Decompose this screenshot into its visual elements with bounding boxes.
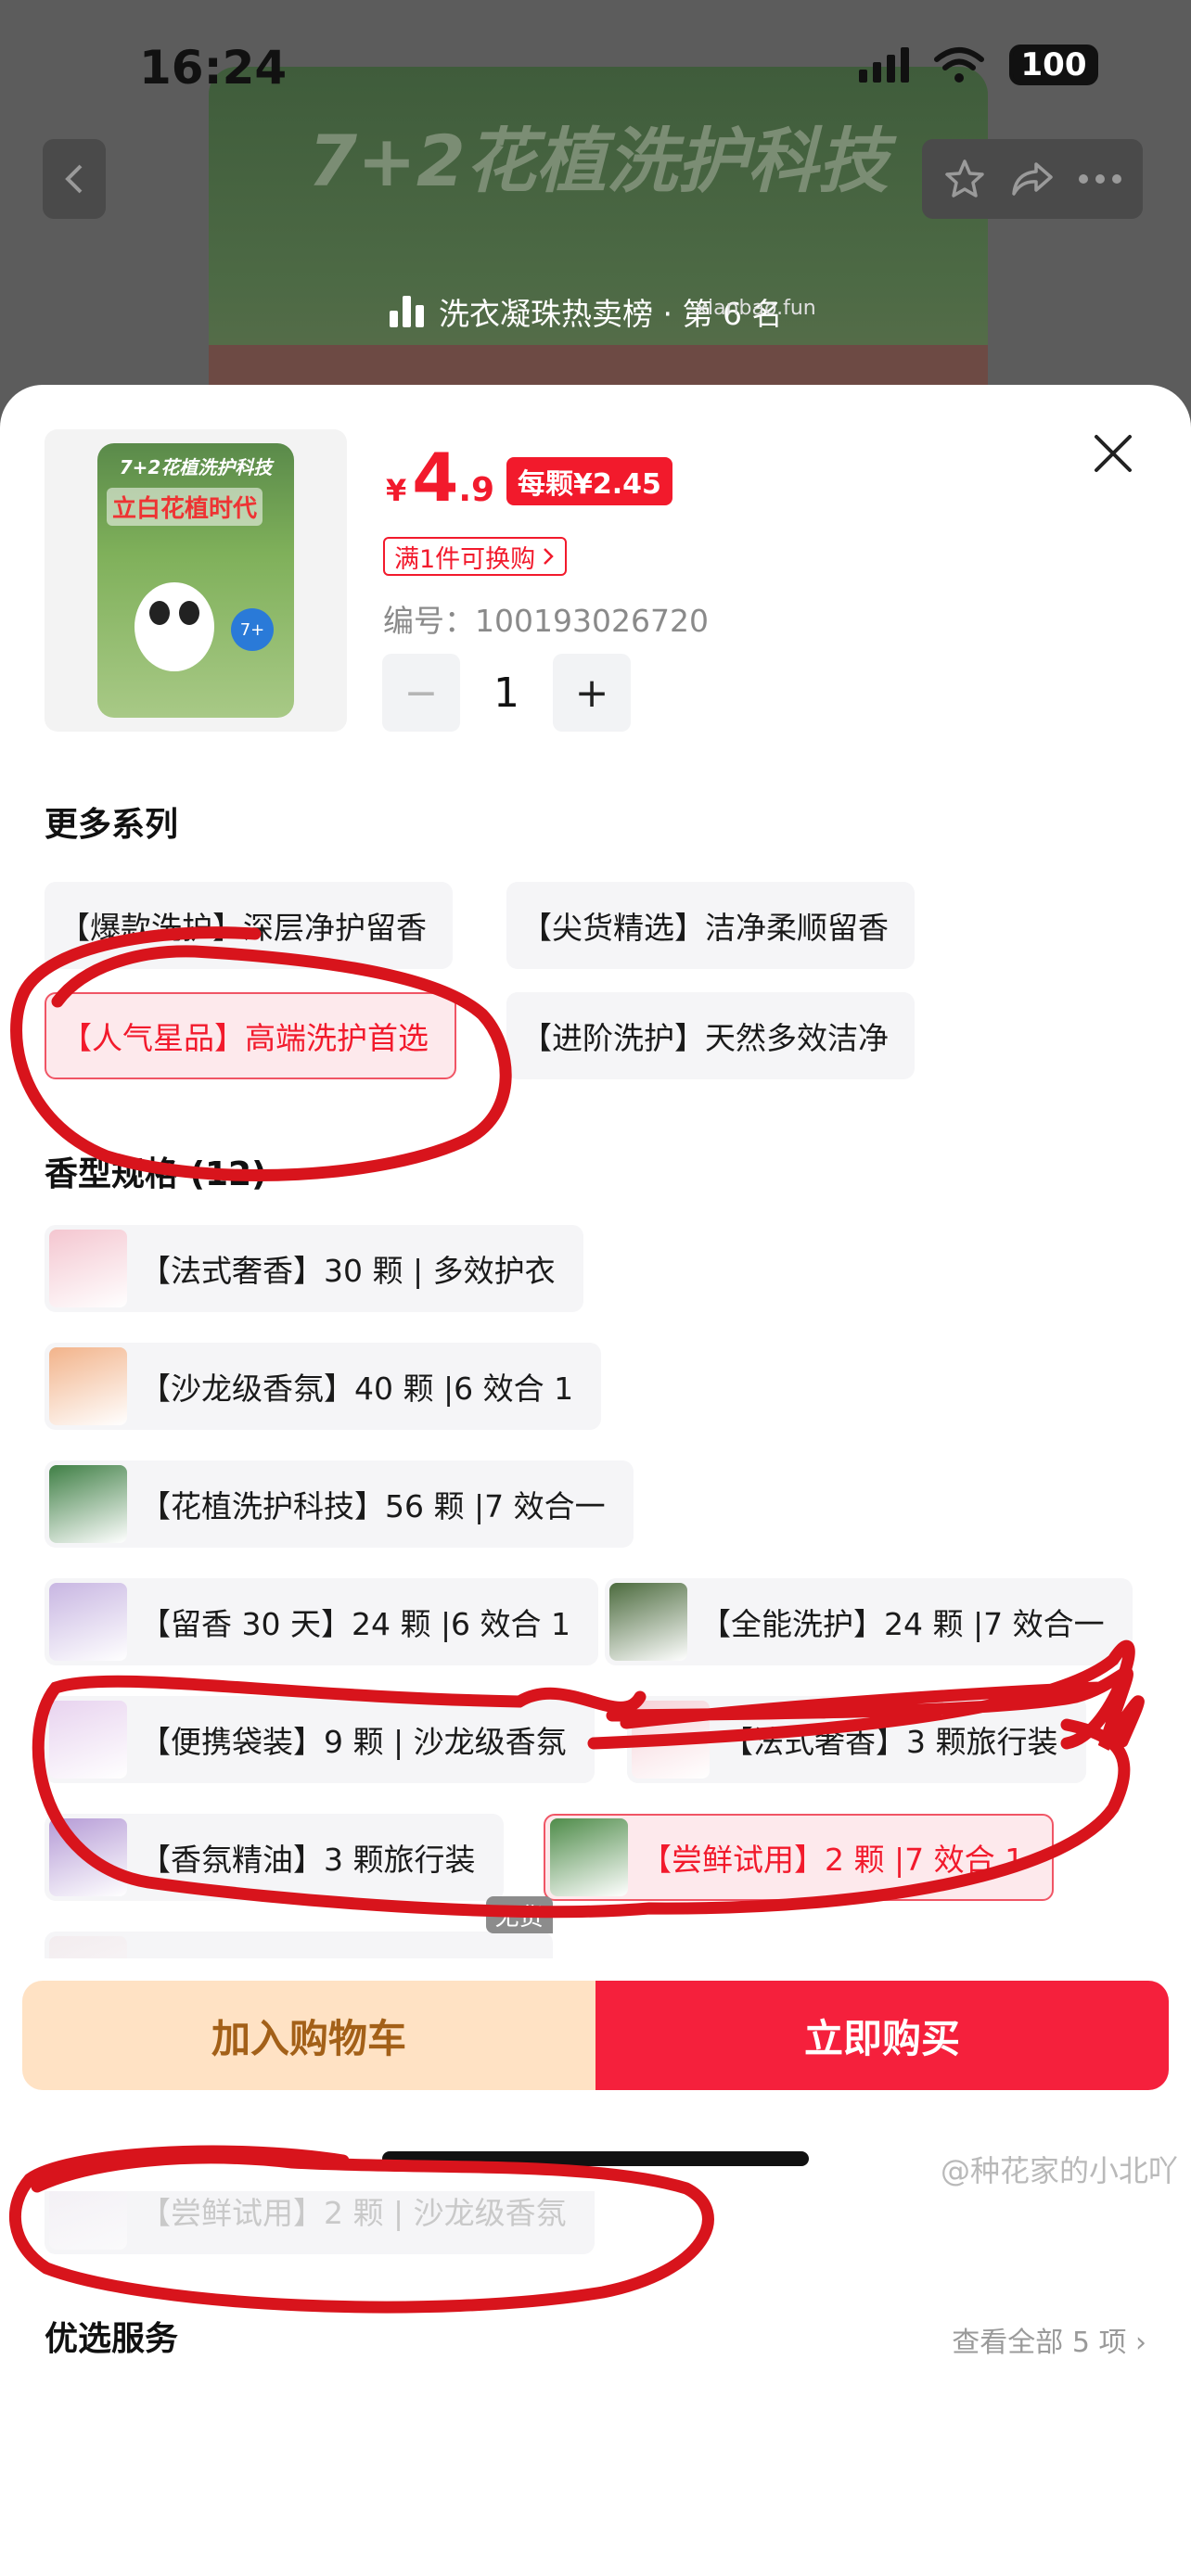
scent-option-image	[609, 1583, 687, 1661]
price-decimal: .9	[458, 471, 495, 509]
back-button[interactable]	[43, 139, 106, 219]
scent-option-image	[632, 1701, 710, 1779]
status-icons: 100	[859, 45, 1098, 85]
scent-option-image	[49, 1583, 127, 1661]
product-image-background: 7+2花植洗护科技	[209, 67, 988, 428]
home-indicator	[382, 2151, 809, 2166]
promo-label: 满1件可换购	[394, 544, 536, 574]
scent-section-title: 香型规格 (12)	[45, 1155, 267, 1193]
product-thumbnail[interactable]: 7+2花植洗护科技 立白花植时代 7+	[45, 429, 347, 732]
price: ¥ 4 .9	[386, 444, 494, 511]
series-option[interactable]: 【尖货精选】洁净柔顺留香	[506, 882, 915, 969]
per-unit-price-badge: 每颗¥2.45	[506, 457, 672, 505]
pack-brand-text: 立白花植时代	[107, 488, 263, 526]
series-option-label: 【人气星品】高端洗护首选	[61, 1020, 429, 1056]
scent-option-label: 【法式奢香】30 颗 | 多效护衣	[140, 1253, 556, 1289]
quantity-value[interactable]: 1	[460, 670, 553, 717]
series-option[interactable]: 【人气星品】高端洗护首选	[45, 992, 456, 1079]
chevron-left-icon	[65, 164, 83, 194]
top-actions	[922, 139, 1143, 219]
share-icon[interactable]	[1008, 159, 1057, 199]
quantity-stepper: − 1 +	[382, 654, 631, 732]
series-option-label: 【尖货精选】洁净柔顺留香	[521, 910, 889, 946]
wifi-icon	[934, 47, 984, 83]
add-to-cart-button[interactable]: 加入购物车	[22, 1981, 596, 2090]
scent-option-label: 【尝鲜试用】2 颗 |7 效合 1	[641, 1842, 1025, 1878]
scent-option-label: 【全能洗护】24 颗 |7 效合一	[700, 1606, 1105, 1642]
series-option[interactable]: 【爆款洗护】深层净护留香	[45, 882, 453, 969]
services-title: 优选服务	[45, 2320, 179, 2358]
series-option-label: 【进阶洗护】天然多效洁净	[521, 1020, 889, 1056]
increase-button[interactable]: +	[553, 654, 631, 732]
product-pack-image: 7+2花植洗护科技 立白花植时代 7+	[97, 443, 294, 718]
pack-badge-icon: 7+	[231, 608, 274, 651]
scent-option[interactable]: 【尝鲜试用】2 颗 |7 效合 1	[544, 1814, 1055, 1901]
site-watermark: xianbao.fun	[696, 297, 816, 320]
services-more-link[interactable]: 查看全部 5 项 ›	[952, 2319, 1146, 2360]
scent-option-label: 【香氛精油】3 颗旅行装	[140, 1842, 476, 1878]
scent-option-image	[550, 1818, 628, 1896]
scent-option-image	[49, 1230, 127, 1307]
status-time: 16:24	[139, 41, 288, 95]
scent-option[interactable]: 【沙龙级香氛】40 颗 |6 效合 1	[45, 1343, 602, 1430]
scent-option[interactable]: 【法式奢香】30 颗 | 多效护衣	[45, 1225, 583, 1312]
scent-option-label: 【沙龙级香氛】40 颗 |6 效合 1	[140, 1371, 574, 1407]
promo-redeem-link[interactable]: 满1件可换购	[383, 537, 568, 576]
sku-number: 编号：100193026720	[383, 603, 709, 639]
chevron-right-icon	[544, 548, 554, 565]
scent-option[interactable]: 【花植洗护科技】56 颗 |7 效合一	[45, 1460, 634, 1548]
scent-option[interactable]: 【香氛精油】3 颗旅行装	[45, 1814, 504, 1901]
scent-option[interactable]: 【法式奢香】3 颗旅行装	[627, 1696, 1086, 1783]
panda-illustration	[134, 582, 214, 671]
currency-symbol: ¥	[386, 473, 407, 508]
out-of-stock-badge: 无货	[485, 1896, 553, 1933]
scent-option-label: 【法式奢香】3 颗旅行装	[723, 1724, 1058, 1760]
scent-option-image	[49, 1347, 127, 1425]
battery-icon: 100	[1009, 45, 1098, 85]
scent-option[interactable]: 【便携袋装】9 颗 | 沙龙级香氛	[45, 1696, 595, 1783]
scent-option[interactable]: 【全能洗护】24 颗 |7 效合一	[605, 1578, 1133, 1665]
scent-option-image	[49, 1818, 127, 1896]
scent-option-image	[49, 1701, 127, 1779]
weibo-watermark: @种花家的小北吖	[940, 2153, 1178, 2188]
scent-option-label: 【尝鲜试用】2 颗 | 沙龙级香氛	[140, 2195, 567, 2231]
scent-option-label: 【花植洗护科技】56 颗 |7 效合一	[140, 1488, 606, 1524]
series-option[interactable]: 【进阶洗护】天然多效洁净	[506, 992, 915, 1079]
sku-selector-sheet: 7+2花植洗护科技 立白花植时代 7+ ¥ 4 .9 每颗¥2.45 满1件可换…	[0, 385, 1191, 2576]
buy-now-button[interactable]: 立即购买	[596, 1981, 1169, 2090]
series-option-label: 【爆款洗护】深层净护留香	[59, 910, 427, 946]
ranking-icon	[390, 296, 424, 327]
series-section-title: 更多系列	[45, 806, 179, 844]
scent-option-label: 【便携袋装】9 颗 | 沙龙级香氛	[140, 1724, 567, 1760]
signal-icon	[859, 47, 909, 83]
more-icon[interactable]	[1078, 173, 1122, 185]
scent-option-image	[49, 1465, 127, 1543]
decrease-button[interactable]: −	[382, 654, 460, 732]
pack-top-text: 7+2花植洗护科技	[119, 456, 273, 478]
scent-option-label: 【留香 30 天】24 颗 |6 效合 1	[140, 1606, 571, 1642]
star-icon[interactable]	[942, 157, 987, 201]
price-integer: 4	[412, 439, 459, 516]
scent-option[interactable]: 【留香 30 天】24 颗 |6 效合 1	[45, 1578, 599, 1665]
close-icon[interactable]	[1087, 427, 1139, 479]
pack-title: 7+2花植洗护科技	[308, 120, 889, 202]
